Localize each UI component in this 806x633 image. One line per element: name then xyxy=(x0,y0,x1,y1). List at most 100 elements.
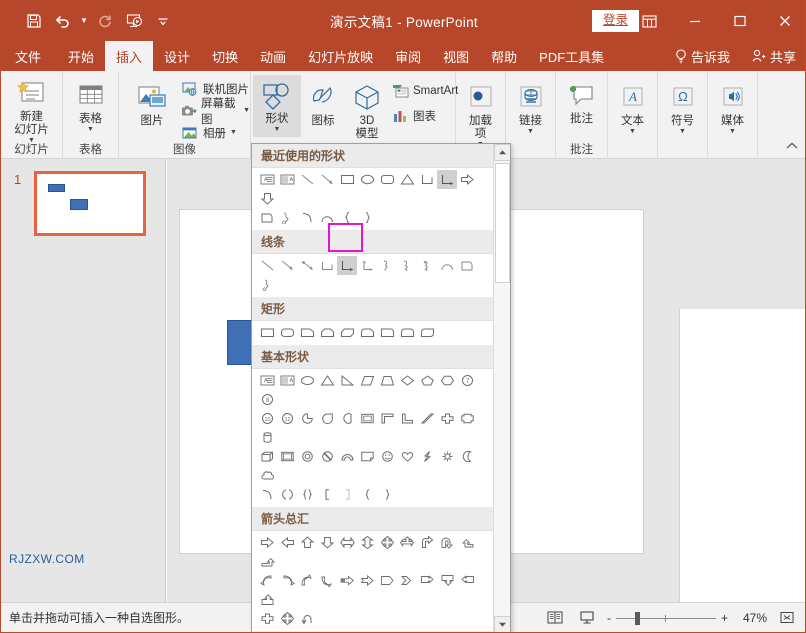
media-caret-icon[interactable]: ▼ xyxy=(729,128,736,136)
shape-bent-arrow[interactable] xyxy=(417,533,437,552)
shape-l-shape[interactable] xyxy=(377,409,397,428)
shape-striped-right-arrow[interactable] xyxy=(337,571,357,590)
shape-right-triangle[interactable] xyxy=(337,371,357,390)
tab-help[interactable]: 帮助 xyxy=(480,41,528,71)
table-button[interactable]: 表格 ▼ xyxy=(63,75,118,134)
shape-down-arrow[interactable] xyxy=(317,533,337,552)
smartart-button[interactable]: SmartArt xyxy=(391,81,458,101)
shape-bevel[interactable] xyxy=(277,447,297,466)
shape-heptagon[interactable]: 7 xyxy=(457,371,477,390)
shape-elbow-double-arrow-connector[interactable] xyxy=(357,256,377,275)
shape-left-bracket[interactable] xyxy=(317,485,337,504)
slide-thumbnail-1[interactable] xyxy=(34,171,146,236)
shape-right-arrow[interactable] xyxy=(457,170,477,189)
tab-pdf-toolkit[interactable]: PDF工具集 xyxy=(528,41,615,71)
shape-cloud[interactable] xyxy=(257,466,277,485)
shape-curly-brackets[interactable] xyxy=(297,485,317,504)
shape-elbow-connector[interactable] xyxy=(317,256,337,275)
shape-round-brackets[interactable] xyxy=(277,485,297,504)
shape-left-up-arrow[interactable] xyxy=(457,533,477,552)
maximize-icon[interactable] xyxy=(717,1,762,41)
shape-octagon[interactable]: 8 xyxy=(257,390,277,409)
shape-snip-same-side-corner[interactable] xyxy=(317,323,337,342)
shape-triangle[interactable] xyxy=(397,170,417,189)
shape-line[interactable] xyxy=(297,170,317,189)
shape-flowchart-manual-input[interactable] xyxy=(257,208,277,227)
shape-round-diagonal-corner[interactable] xyxy=(417,323,437,342)
share-button[interactable]: 共享 xyxy=(741,41,806,71)
shape-no-symbol[interactable] xyxy=(317,447,337,466)
shape-left-brace[interactable] xyxy=(357,485,377,504)
tab-review[interactable]: 审阅 xyxy=(384,41,432,71)
gallery-scroll-up-icon[interactable] xyxy=(494,144,511,161)
start-slideshow-icon[interactable] xyxy=(121,9,147,33)
shapes-button[interactable]: 形状 ▼ xyxy=(253,75,301,137)
shape-line[interactable] xyxy=(257,256,277,275)
shape-arc[interactable] xyxy=(297,208,317,227)
shape-up-arrow[interactable] xyxy=(297,533,317,552)
shape-left-arrow-callout[interactable] xyxy=(457,571,477,590)
shape-line-arrow[interactable] xyxy=(317,170,337,189)
photo-album-caret-icon[interactable]: ▼ xyxy=(230,129,237,137)
shape-smiley-face[interactable] xyxy=(377,447,397,466)
shape-oval[interactable] xyxy=(357,170,377,189)
zoom-in-button[interactable]: + xyxy=(721,611,728,625)
shape-sun[interactable] xyxy=(437,447,457,466)
shape-snip-and-round-corner[interactable] xyxy=(357,323,377,342)
tab-view[interactable]: 视图 xyxy=(432,41,480,71)
shape-curved-double-arrow-connector[interactable] xyxy=(417,256,437,275)
tab-file[interactable]: 文件 xyxy=(1,41,57,71)
redo-icon[interactable] xyxy=(92,9,118,33)
shape-decagon[interactable]: 10 xyxy=(257,409,277,428)
shape-snip-diagonal-corner[interactable] xyxy=(337,323,357,342)
tab-transitions[interactable]: 切换 xyxy=(201,41,249,71)
shape-trapezoid[interactable] xyxy=(377,371,397,390)
minimize-icon[interactable] xyxy=(672,1,717,41)
shape-pentagon-arrow[interactable] xyxy=(377,571,397,590)
shape-right-arrow[interactable] xyxy=(257,533,277,552)
shape-rounded-rectangle[interactable] xyxy=(277,323,297,342)
shape-four-way-arrow[interactable] xyxy=(377,533,397,552)
shape-left-right-arrow[interactable] xyxy=(337,533,357,552)
shape-elbow-arrow-connector[interactable] xyxy=(337,256,357,275)
shape-up-arrow-callout[interactable] xyxy=(257,590,277,609)
collapse-ribbon-icon[interactable] xyxy=(785,141,799,154)
shape-three-way-arrow[interactable] xyxy=(397,533,417,552)
shape-pentagon[interactable] xyxy=(417,371,437,390)
shape-rectangle[interactable] xyxy=(337,170,357,189)
shape-scribble[interactable] xyxy=(257,275,277,294)
zoom-slider[interactable]: - + 47% xyxy=(607,611,767,625)
shape-diagonal-stripe[interactable] xyxy=(417,409,437,428)
shape-chord[interactable] xyxy=(337,409,357,428)
shape-left-arrow[interactable] xyxy=(277,533,297,552)
reading-view-icon[interactable] xyxy=(543,607,567,629)
new-comment-button[interactable]: 批注 xyxy=(556,75,607,126)
text-caret-icon[interactable]: ▼ xyxy=(629,128,636,136)
shape-quad-arrow-callout[interactable] xyxy=(277,609,297,628)
gallery-scroll-down-icon[interactable] xyxy=(494,616,511,633)
shape-curved-left-arrow[interactable] xyxy=(277,571,297,590)
shape-triangle[interactable] xyxy=(317,371,337,390)
zoom-out-button[interactable]: - xyxy=(607,611,611,625)
link-caret-icon[interactable]: ▼ xyxy=(527,128,534,136)
shape-heart[interactable] xyxy=(397,447,417,466)
shape-vertical-textbox[interactable]: A xyxy=(277,371,297,390)
shape-rounded-rectangle[interactable] xyxy=(377,170,397,189)
shape-arc[interactable] xyxy=(437,256,457,275)
shape-u-turn-arrow[interactable] xyxy=(437,533,457,552)
shape-curved-arrow-connector[interactable] xyxy=(397,256,417,275)
tab-home[interactable]: 开始 xyxy=(57,41,105,71)
shape-line-double-arrow[interactable] xyxy=(297,256,317,275)
link-button[interactable]: 链接 ▼ xyxy=(506,77,555,136)
fit-slide-to-window-icon[interactable] xyxy=(775,607,799,629)
shape-right-arrow-callout[interactable] xyxy=(417,571,437,590)
zoom-slider-thumb[interactable] xyxy=(635,612,640,625)
shape-oval[interactable] xyxy=(297,371,317,390)
close-icon[interactable] xyxy=(762,1,806,41)
shape-textbox[interactable]: A xyxy=(257,170,277,189)
tab-animations[interactable]: 动画 xyxy=(249,41,297,71)
shape-textbox[interactable]: A xyxy=(257,371,277,390)
chart-button[interactable]: 图表 xyxy=(391,106,458,126)
undo-icon[interactable] xyxy=(50,9,76,33)
shape-moon[interactable] xyxy=(457,447,477,466)
